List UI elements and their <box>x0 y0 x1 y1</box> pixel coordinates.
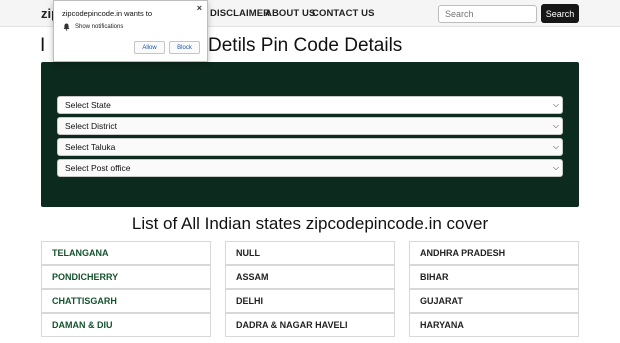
state-link[interactable]: DELHI <box>225 289 395 313</box>
page-title-prefix: I <box>40 35 46 56</box>
notification-title: zipcodepincode.in wants to <box>62 9 153 18</box>
states-heading: List of All Indian states zipcodepincode… <box>131 214 489 233</box>
notification-permission-popup: zipcodepincode.in wants to × Show notifi… <box>53 0 208 62</box>
allow-button[interactable]: Allow <box>134 41 165 54</box>
select-post-office-label: Select Post office <box>65 163 131 173</box>
nav-link-about-us[interactable]: ABOUT US <box>265 8 315 19</box>
chevron-down-icon: ⌵ <box>552 142 559 151</box>
state-link[interactable]: BIHAR <box>409 265 579 289</box>
select-district-label: Select District <box>65 121 117 131</box>
search-input[interactable] <box>438 5 537 23</box>
select-taluka-label: Select Taluka <box>65 142 116 152</box>
state-link[interactable]: DADRA & NAGAR HAVELI <box>225 313 395 337</box>
close-icon[interactable]: × <box>197 3 202 13</box>
select-state-label: Select State <box>65 100 111 110</box>
chevron-down-icon: ⌵ <box>552 163 559 172</box>
state-link[interactable]: ANDHRA PRADESH <box>409 241 579 265</box>
state-link[interactable]: GUJARAT <box>409 289 579 313</box>
select-district[interactable]: Select District ⌵ <box>57 117 563 135</box>
chevron-down-icon: ⌵ <box>552 121 559 130</box>
notification-label: Show notifications <box>75 24 124 30</box>
search-button[interactable]: Search <box>541 4 579 23</box>
chevron-down-icon: ⌵ <box>552 100 559 109</box>
state-link[interactable]: PONDICHERRY <box>41 265 211 289</box>
select-state[interactable]: Select State ⌵ <box>57 96 563 114</box>
state-link[interactable]: ASSAM <box>225 265 395 289</box>
page-title-text: Detils Pin Code Details <box>208 35 403 56</box>
bell-icon <box>63 23 70 31</box>
state-link[interactable]: NULL <box>225 241 395 265</box>
block-button[interactable]: Block <box>169 41 200 54</box>
nav-link-disclaimer[interactable]: DISCLAIMER <box>210 8 270 19</box>
state-link[interactable]: DAMAN & DIU <box>41 313 211 337</box>
select-taluka[interactable]: Select Taluka ⌵ <box>57 138 563 156</box>
nav-link-contact-us[interactable]: CONTACT US <box>312 8 375 19</box>
state-link[interactable]: HARYANA <box>409 313 579 337</box>
state-link[interactable]: TELANGANA <box>41 241 211 265</box>
state-link[interactable]: CHATTISGARH <box>41 289 211 313</box>
select-post-office[interactable]: Select Post office ⌵ <box>57 159 563 177</box>
